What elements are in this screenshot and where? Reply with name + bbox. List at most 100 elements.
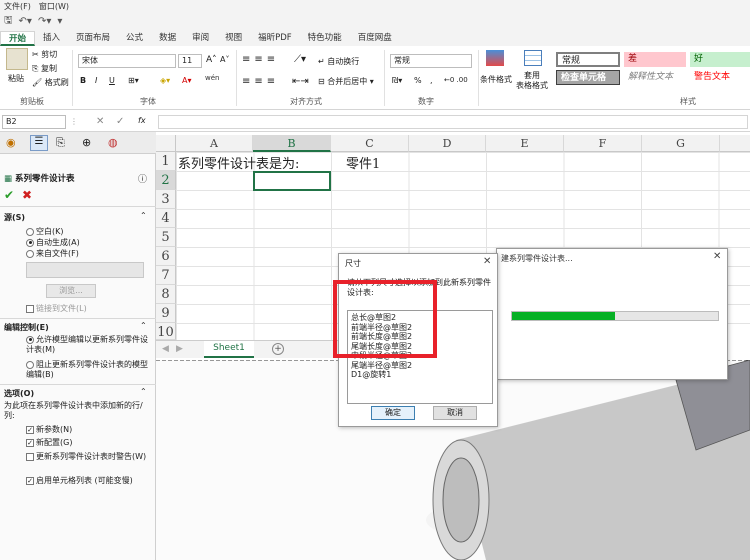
scroll-right-icon[interactable]: ▶ (176, 344, 183, 354)
font-color-icon[interactable]: A▾ (182, 76, 192, 85)
row-header[interactable]: 4 (156, 209, 176, 228)
row-header[interactable]: 5 (156, 228, 176, 247)
tab-insert[interactable]: 插入 (35, 31, 68, 46)
undo-icon[interactable]: ↶▾ (19, 16, 32, 27)
tab-foxit-pdf[interactable]: 福昕PDF (250, 31, 300, 46)
style-explanatory[interactable]: 解释性文本 (624, 70, 686, 85)
style-good[interactable]: 好 (690, 52, 750, 67)
style-normal[interactable]: 常规 (556, 52, 620, 67)
menu-window[interactable]: 窗口(W) (39, 1, 69, 12)
underline-button[interactable]: U (109, 76, 115, 85)
vertical-align-icons[interactable]: ≡≡≡ (242, 54, 279, 65)
cell-a1[interactable]: 系列零件设计表是为: (178, 153, 299, 172)
column-header[interactable]: A (176, 135, 253, 152)
cell-c1[interactable]: 零件1 (346, 153, 380, 172)
browse-button[interactable]: 浏览... (46, 284, 96, 298)
font-size-select[interactable]: 11 (178, 54, 202, 68)
menu-file[interactable]: 文件(F) (4, 1, 31, 12)
phonetic-button[interactable]: wén (205, 74, 219, 82)
orientation-icon[interactable]: ⟋▾ (294, 54, 306, 65)
add-sheet-icon[interactable]: + (272, 343, 284, 355)
bold-button[interactable]: B (80, 76, 86, 85)
redo-icon[interactable]: ↷▾ (38, 16, 51, 27)
help-icon[interactable]: ⓘ (138, 172, 147, 185)
shrink-font-icon[interactable]: A˅ (220, 55, 229, 64)
decimal-icons[interactable]: ←0 .00 (444, 76, 468, 84)
close-icon[interactable]: ✕ (713, 251, 721, 262)
cut-button[interactable]: ✂ 剪切 (32, 49, 57, 60)
tab-view[interactable]: 视图 (217, 31, 250, 46)
grow-font-icon[interactable]: A˄ (206, 55, 217, 65)
list-item[interactable]: D1@旋转1 (351, 370, 489, 380)
dimxpert-icon[interactable]: ⊕ (82, 136, 91, 149)
tab-formulas[interactable]: 公式 (118, 31, 151, 46)
percent-button[interactable]: % (414, 76, 422, 85)
style-warning[interactable]: 警告文本 (690, 70, 750, 85)
checkbox-enable-cell-list[interactable]: ✓ 启用单元格列表 (可能变慢) (26, 476, 150, 486)
conditional-format-icon[interactable] (486, 50, 504, 66)
column-header[interactable]: C (331, 135, 409, 152)
feature-tree-icon[interactable]: ◉ (6, 136, 16, 149)
scroll-left-icon[interactable]: ◀ (162, 344, 169, 354)
sheet-tab-sheet1[interactable]: Sheet1 (204, 341, 254, 358)
indent-icons[interactable]: ⇤⇥ (292, 76, 309, 87)
column-header[interactable] (720, 135, 750, 152)
wrap-text-button[interactable]: ↵ 自动换行 (318, 56, 359, 67)
paste-button[interactable]: 粘贴 (8, 73, 24, 84)
row-header[interactable]: 7 (156, 266, 176, 285)
style-bad[interactable]: 差 (624, 52, 686, 67)
select-all-corner[interactable] (156, 135, 176, 152)
italic-button[interactable]: I (95, 76, 97, 85)
tab-baidu[interactable]: 百度网盘 (350, 31, 400, 46)
collapse-icon[interactable]: ⌃ (140, 321, 147, 330)
tab-page-layout[interactable]: 页面布局 (68, 31, 118, 46)
ok-button[interactable]: 确定 (371, 406, 415, 420)
row-header[interactable]: 2 (156, 171, 176, 190)
comma-button[interactable]: , (430, 76, 433, 85)
cancel-icon[interactable]: ✕ (96, 116, 104, 127)
fill-color-icon[interactable]: ◈▾ (160, 76, 170, 85)
file-path-input[interactable] (26, 262, 144, 278)
row-header[interactable]: 10 (156, 323, 176, 340)
column-header[interactable]: F (564, 135, 642, 152)
checkbox-new-parameters[interactable]: ✓ 新参数(N) (26, 424, 72, 435)
currency-icon[interactable]: ₪▾ (392, 76, 402, 85)
row-header[interactable]: 6 (156, 247, 176, 266)
tab-special[interactable]: 特色功能 (300, 31, 350, 46)
column-header[interactable]: G (642, 135, 720, 152)
style-check-cell[interactable]: 检查单元格 (556, 70, 620, 85)
name-box[interactable]: B2 (2, 115, 66, 129)
close-icon[interactable]: ✕ (483, 256, 491, 267)
checkbox-new-configurations[interactable]: ✓ 新配置(G) (26, 437, 72, 448)
checkbox-warn-update[interactable]: 更新系列零件设计表时警告(W) (26, 452, 150, 462)
link-file-checkbox[interactable]: 链接到文件(L) (26, 303, 87, 314)
row-header[interactable]: 1 (156, 152, 176, 171)
cancel-button[interactable]: 取消 (433, 406, 477, 420)
radio-auto-create[interactable]: 自动生成(A) (26, 237, 80, 248)
cancel-x-icon[interactable]: ✖ (22, 188, 32, 202)
collapse-icon[interactable]: ⌃ (140, 387, 147, 396)
list-item[interactable]: 尾端半径@草图2 (351, 361, 489, 371)
insert-function-button[interactable]: fx (138, 116, 146, 125)
column-header[interactable]: D (409, 135, 486, 152)
formula-input[interactable] (158, 115, 748, 129)
confirm-icon[interactable]: ✓ (116, 116, 124, 127)
table-format-button[interactable]: 套用 表格格式 (516, 71, 548, 91)
row-header[interactable]: 9 (156, 304, 176, 323)
font-name-select[interactable]: 宋体 (78, 54, 176, 68)
row-header[interactable]: 8 (156, 285, 176, 304)
ok-icon[interactable]: ✔ (4, 188, 14, 202)
row-header[interactable]: 3 (156, 190, 176, 209)
active-cell-b2[interactable] (253, 171, 331, 191)
tab-home[interactable]: 开始 (0, 31, 36, 46)
radio-allow-edit[interactable]: 允许模型编辑以更新系列零件设计表(M) (26, 335, 150, 355)
table-format-icon[interactable] (524, 50, 542, 66)
column-header[interactable]: E (486, 135, 564, 152)
radio-block-edit[interactable]: 阻止更新系列零件设计表的模型编辑(B) (26, 360, 150, 380)
collapse-icon[interactable]: ⌃ (140, 211, 147, 220)
paste-icon[interactable] (6, 48, 28, 70)
radio-blank[interactable]: 空白(K) (26, 226, 64, 237)
display-manager-icon[interactable]: ◍ (108, 136, 118, 149)
format-painter-button[interactable]: 🖌 格式刷 (32, 77, 69, 88)
tab-review[interactable]: 审阅 (184, 31, 217, 46)
